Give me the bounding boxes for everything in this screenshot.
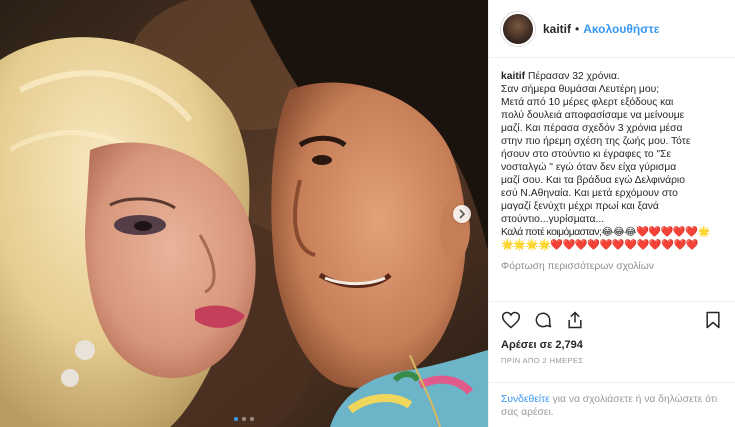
follow-button[interactable]: Ακολουθήστε	[583, 22, 659, 36]
caption-line: μαζί. Και πέρασα σχεδόν 3 χρόνια μέσα	[501, 123, 683, 134]
post-timestamp: ΠΡΙΝ ΑΠΟ 2 ΗΜΕΡΕΣ	[501, 356, 584, 365]
login-link[interactable]: Συνδεθείτε	[501, 394, 550, 405]
caption-line: εσύ Ν.Αθηναία. Και μετά ερχόμουν στο	[501, 188, 678, 199]
carousel-dot	[242, 417, 246, 421]
caption-line: μαγαζί ξενύχτι μέχρι πρωί και ξανά	[501, 201, 659, 212]
caption-username[interactable]: kaitif	[501, 71, 525, 82]
next-slide-button[interactable]	[453, 205, 471, 223]
carousel-dot	[250, 417, 254, 421]
caption-line: Σαν σήμερα θυμάσαι Λευτέρη μου;	[501, 84, 660, 95]
header-username[interactable]: kaitif	[543, 22, 571, 36]
caption-line: νοσταλγώ " εγώ όταν δεν είχα γύρισμα	[501, 162, 677, 173]
heart-icon[interactable]	[501, 310, 521, 330]
avatar[interactable]	[501, 11, 535, 46]
login-prompt: Συνδεθείτε για να σχολιάσετε ή να δηλώσε…	[489, 382, 735, 427]
instagram-post: kaitif • Ακολουθήστε kaitif Πέρασαν 32 χρ…	[0, 0, 735, 427]
caption-line: Καλά ποτέ κοιμόμασταν;😂😂😂❤️❤️❤️❤️❤️🌟	[501, 227, 710, 238]
caption-emoji-line: 🌟🌟🌟🌟❤️❤️❤️❤️❤️❤️❤️❤️❤️❤️❤️❤️	[501, 240, 699, 251]
header-separator: •	[575, 21, 580, 36]
share-icon[interactable]	[565, 310, 585, 330]
action-bar	[489, 301, 735, 337]
caption-line: στούντιο...γυρίσματα...	[501, 214, 605, 225]
caption-line: μαζί σου. Και τα βράδυα εγώ Δελφινάριο	[501, 175, 685, 186]
carousel-indicator	[0, 417, 488, 421]
comment-icon[interactable]	[533, 310, 553, 330]
comments-section: kaitif Πέρασαν 32 χρόνια. Σαν σήμερα θυμά…	[489, 58, 735, 301]
bookmark-icon[interactable]	[703, 310, 723, 330]
caption-line: πολύ δουλειά αποφασίσαμε να μείνουμε	[501, 110, 685, 121]
post-sidebar: kaitif • Ακολουθήστε kaitif Πέρασαν 32 χρ…	[488, 0, 735, 427]
caption-text: Πέρασαν 32 χρόνια.	[528, 71, 620, 82]
caption-line: Μετά από 10 μέρες φλερτ εξόδους και	[501, 97, 674, 108]
carousel-dot	[234, 417, 238, 421]
caption-first-line: kaitif Πέρασαν 32 χρόνια.	[501, 70, 723, 83]
caption-line: ήσουν στο στούντιο κι έγραφες το "Σε	[501, 149, 672, 160]
post-photo[interactable]	[0, 0, 488, 427]
caption-line: στην πιο ήρεμη σχέση της ζωής μου. Τότε	[501, 136, 691, 147]
chevron-right-icon	[459, 209, 466, 219]
load-more-comments-link[interactable]: Φόρτωση περισσότερων σχολίων	[501, 260, 723, 273]
post-header: kaitif • Ακολουθήστε	[489, 0, 735, 58]
likes-count[interactable]: Αρέσει σε 2,794	[489, 337, 735, 353]
photo-image	[0, 0, 488, 427]
